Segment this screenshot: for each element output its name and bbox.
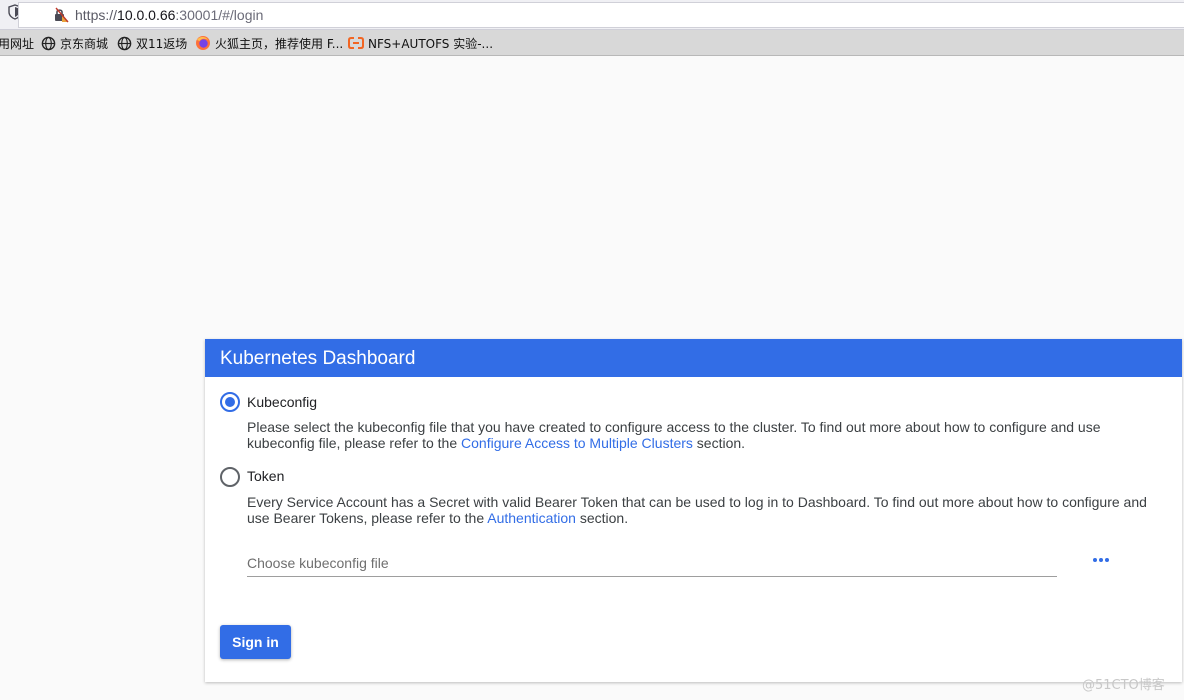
kubeconfig-file-input[interactable]: Choose kubeconfig file: [247, 553, 1057, 577]
watermark: @51CTO博客: [1082, 678, 1165, 693]
bookmark-item[interactable]: NFS+AUTOFS 实验-...: [348, 35, 493, 51]
bookmark-item[interactable]: 火狐主页，推荐使用 F...: [195, 35, 343, 51]
globe-icon: [41, 36, 56, 50]
bookmark-item[interactable]: 用网址: [0, 35, 34, 51]
kubeconfig-description: Please select the kubeconfig file that y…: [247, 419, 1101, 451]
address-field[interactable]: https://10.0.0.66:30001/#/login: [18, 2, 1184, 28]
card-title: Kubernetes Dashboard: [205, 339, 1182, 377]
insecure-lock-icon[interactable]: [53, 7, 69, 23]
login-card: Kubernetes Dashboard Kubeconfig Please s…: [205, 339, 1182, 682]
browser-url-bar: https://10.0.0.66:30001/#/login: [0, 0, 1184, 30]
token-description: Every Service Account has a Secret with …: [247, 494, 1147, 526]
globe-icon: [117, 36, 132, 50]
bookmark-item[interactable]: 双11返场: [117, 35, 187, 51]
kubeconfig-label: Kubeconfig: [247, 394, 318, 410]
sign-in-button[interactable]: Sign in: [220, 625, 291, 659]
token-radio[interactable]: [220, 467, 240, 487]
bookmarks-bar: 用网址 京东商城 双11返场 火狐主页，推荐使用 F... NFS+AUTOFS…: [0, 30, 1184, 56]
configure-access-link[interactable]: Configure Access to Multiple Clusters: [461, 435, 693, 451]
more-options-icon[interactable]: [1093, 555, 1113, 565]
authentication-link[interactable]: Authentication: [487, 510, 576, 526]
csdn-icon: [348, 37, 364, 49]
token-label: Token: [247, 468, 285, 484]
bookmark-item[interactable]: 京东商城: [41, 35, 108, 51]
firefox-icon: [196, 36, 210, 50]
kubeconfig-radio[interactable]: [220, 392, 240, 412]
url-text: https://10.0.0.66:30001/#/login: [75, 7, 264, 23]
